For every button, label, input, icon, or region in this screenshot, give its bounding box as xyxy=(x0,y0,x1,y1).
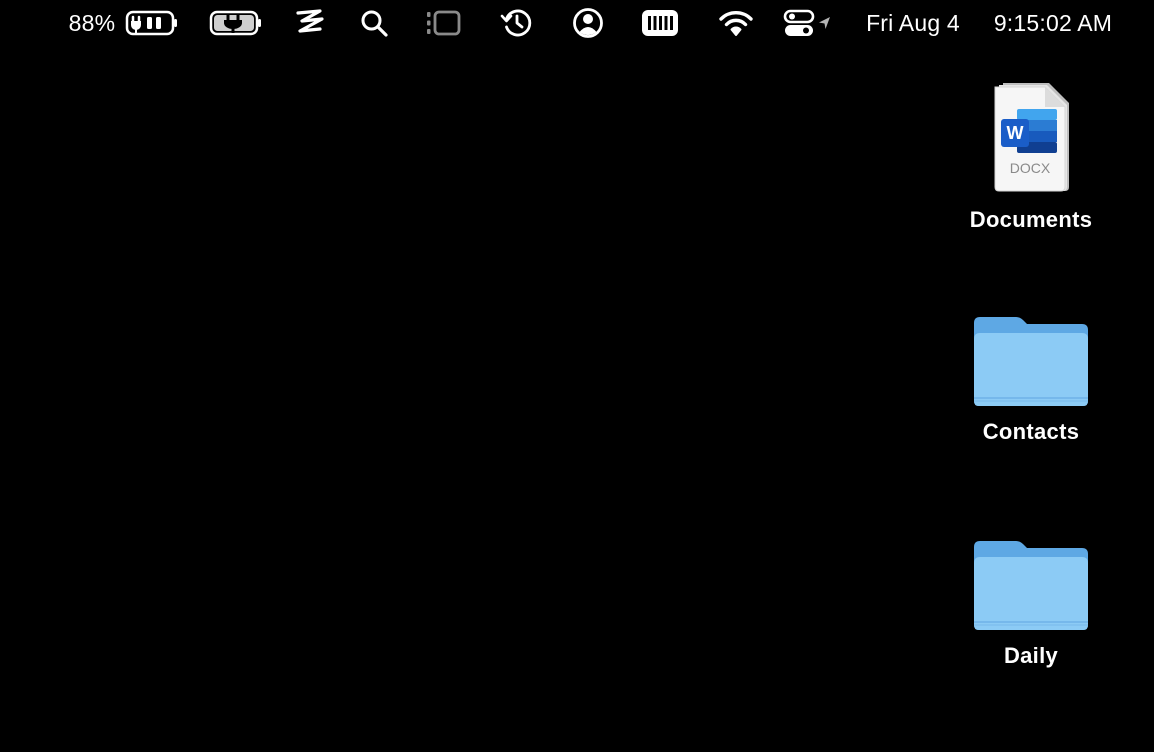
menu-bar: 88% Fri Aug 4 9:15:02 AM xyxy=(0,0,1154,46)
desktop-item-label: Contacts xyxy=(982,419,1080,444)
docx-badge: DOCX xyxy=(1010,160,1051,176)
desktop-item-label: Daily xyxy=(1003,643,1059,668)
keyboard-meter-icon[interactable] xyxy=(638,0,682,46)
menubar-date[interactable]: Fri Aug 4 xyxy=(855,0,971,46)
desktop-item-documents[interactable]: W DOCX Documents xyxy=(946,72,1116,233)
desktop-item-label: Documents xyxy=(969,207,1093,232)
user-account-icon[interactable] xyxy=(569,0,607,46)
desktop-item-contacts[interactable]: Contacts xyxy=(946,292,1116,445)
time-machine-icon[interactable] xyxy=(497,0,537,46)
docx-file-icon: W DOCX xyxy=(966,72,1096,202)
word-letter: W xyxy=(1007,123,1024,143)
battery-charging-icon[interactable] xyxy=(124,0,180,46)
wifi-icon[interactable] xyxy=(716,0,756,46)
stage-manager-icon[interactable] xyxy=(420,0,466,46)
search-icon[interactable] xyxy=(356,0,392,46)
location-arrow-icon xyxy=(817,0,833,46)
battery-plug-icon[interactable] xyxy=(208,0,264,46)
battery-percent[interactable]: 88% xyxy=(66,0,118,46)
control-center-icon[interactable] xyxy=(781,0,817,46)
desktop-item-daily[interactable]: Daily xyxy=(946,516,1116,669)
folder-icon xyxy=(966,292,1096,422)
menubar-clock[interactable]: 9:15:02 AM xyxy=(978,0,1128,46)
folder-icon xyxy=(966,516,1096,646)
lightning-z-icon[interactable] xyxy=(290,0,330,46)
